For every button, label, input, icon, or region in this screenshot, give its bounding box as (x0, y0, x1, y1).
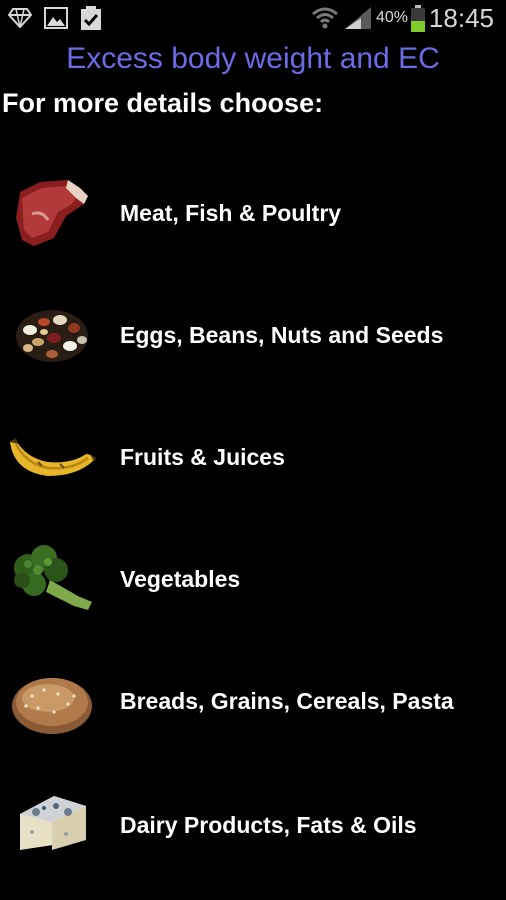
menu-item-label: Meat, Fish & Poultry (120, 200, 342, 226)
subtitle: For more details choose: (2, 88, 324, 118)
bread-icon (12, 678, 92, 734)
battery-icon (411, 5, 425, 32)
menu-item-label: Fruits & Juices (120, 444, 285, 470)
menu-item-breads[interactable]: Breads, Grains, Cereals, Pasta (0, 640, 506, 762)
wifi-icon (312, 7, 338, 29)
menu-item-label: Dairy Products, Fats & Oils (120, 812, 417, 838)
beans-icon (16, 310, 88, 362)
menu-item-label: Vegetables (120, 566, 241, 592)
menu-item-vegetables[interactable]: Vegetables (0, 518, 506, 640)
menu-item-fruits[interactable]: Fruits & Juices (0, 396, 506, 518)
menu-item-eggs-beans[interactable]: Eggs, Beans, Nuts and Seeds (0, 274, 506, 396)
menu-item-meat[interactable]: Meat, Fish & Poultry (0, 152, 506, 274)
clipboard-check-icon (81, 6, 101, 30)
battery-percentage: 40% (376, 9, 409, 26)
signal-icon (345, 7, 371, 29)
page-title: Excess body weight and EC (66, 42, 440, 75)
image-icon (44, 7, 68, 29)
status-time: 18:45 (428, 3, 494, 33)
menu-item-label: Breads, Grains, Cereals, Pasta (120, 688, 454, 714)
cheese-icon (20, 796, 86, 850)
status-bar: 40% 18:45 (0, 0, 506, 36)
meat-icon (16, 180, 88, 246)
broccoli-icon (14, 545, 92, 610)
menu-item-label: Eggs, Beans, Nuts and Seeds (120, 322, 444, 348)
banana-icon (10, 438, 96, 476)
diamond-icon (8, 8, 32, 28)
menu-item-dairy[interactable]: Dairy Products, Fats & Oils (0, 764, 506, 886)
